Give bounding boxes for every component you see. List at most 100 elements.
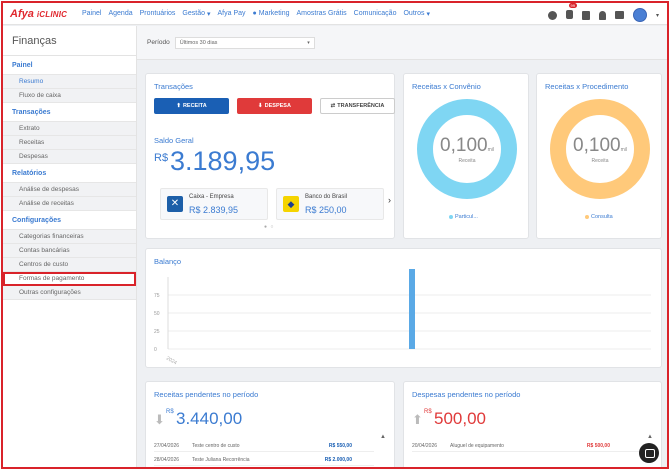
nav-item-label: Gestão (182, 10, 205, 17)
nav-item-label: Amostras Grátis (296, 10, 347, 17)
rocket-icon[interactable]: 99 (565, 3, 577, 24)
balance-chart-title: Balanço (154, 257, 182, 266)
income-button[interactable]: ⬆ RECEITA (154, 98, 229, 114)
sidebar-item[interactable]: Análise de despesas (3, 183, 136, 197)
nav-item[interactable]: Outros ▾ (403, 10, 430, 18)
y-tick-label: 50 (154, 311, 160, 317)
nav-item-label: Painel (82, 10, 102, 17)
sidebar-item[interactable]: Receitas (3, 136, 136, 150)
balance-value: 3.189,95 (170, 146, 276, 176)
pending-expenses-currency: R$ (424, 409, 432, 415)
user-avatar[interactable] (632, 8, 647, 22)
sidebar-item[interactable]: Categorias financeiras (3, 230, 136, 244)
pending-income-value: 3.440,00 (176, 409, 243, 428)
cell-date: 27/04/2026 (154, 442, 180, 449)
table-row[interactable]: 27/04/2026 Teste centro de custo R$ 550,00 (154, 440, 374, 452)
account-value: R$ 2.839,95 (189, 205, 239, 215)
sidebar-item[interactable]: Extrato (3, 122, 136, 136)
chat-button[interactable] (639, 443, 659, 463)
table-row[interactable]: 28/04/2026 Teste Juliana Recorrência R$ 2.… (154, 454, 374, 466)
pending-expenses-title: Despesas pendentes no período (412, 390, 521, 399)
transactions-card: Transações ⬆ RECEITA ⬇ DESPESA ⇄ TRANSFERÊN… (145, 73, 395, 239)
legend-item[interactable]: Particul... (449, 214, 478, 220)
gift-icon[interactable] (581, 10, 590, 20)
nav-item[interactable]: Painel (82, 10, 101, 17)
cell-desc: Teste Juliana Recorrência (192, 456, 250, 463)
account-name: Banco do Brasil (305, 194, 348, 200)
chart-bar[interactable] (409, 269, 415, 349)
chevron-down-icon[interactable]: ▾ (656, 12, 659, 19)
transfer-button[interactable]: ⇄ TRANSFERÊNCIA (320, 98, 395, 114)
expense-button[interactable]: ⬇ DESPESA (237, 98, 312, 114)
sidebar-section-title: Transações (3, 103, 136, 122)
nav-item-label: Agenda (108, 10, 133, 17)
sidebar-item[interactable]: Formas de pagamento (3, 272, 136, 286)
chevron-right-icon[interactable]: › (388, 195, 391, 205)
nav-item[interactable]: Prontuários (140, 10, 176, 17)
cell-desc: Aluguel de equipamento (450, 442, 504, 449)
logo[interactable]: Afya iCLINIC (10, 8, 82, 20)
app-window: Afya iCLINIC Painel Agenda Prontuários Gestã… (1, 1, 669, 469)
bank-icon: ◆ (283, 196, 299, 212)
y-tick-label: 75 (154, 293, 160, 299)
nav-item-label: Comunicação (353, 10, 397, 17)
legend-dot (585, 215, 589, 219)
income-by-insurance-title: Receitas x Convênio (412, 82, 481, 91)
balance-chart: 75 50 25 0 2024 (154, 269, 651, 367)
table-row[interactable]: 20/04/2026 Aluguel de equipamento R$ 500,0… (412, 440, 644, 452)
sidebar-section-title: Configurações (3, 211, 136, 230)
sidebar-item[interactable]: Fluxo de caixa (3, 89, 136, 103)
scroll-up-icon[interactable]: ▲ (380, 434, 386, 440)
chevron-down-icon: ▾ (426, 10, 431, 18)
nav-item[interactable]: Afya Pay (218, 10, 246, 17)
income-button-label: RECEITA (182, 103, 207, 109)
sidebar: Finanças Painel Resumo Fluxo de caixa Trans… (3, 26, 137, 467)
y-tick-label: 0 (154, 347, 157, 353)
scroll-up-icon[interactable]: ▲ (647, 434, 653, 440)
legend-dot (449, 215, 453, 219)
message-icon[interactable] (614, 11, 624, 19)
cell-date: 28/04/2026 (154, 456, 180, 463)
y-tick-label: 25 (154, 329, 160, 335)
transactions-title: Transações (154, 82, 193, 91)
main-content: Período Últimos 30 dias ▾ Transações ⬆ REC… (137, 26, 667, 467)
donut-sublabel: Receita (591, 158, 609, 164)
cell-date: 20/04/2026 (412, 442, 438, 449)
legend-label: Particul... (455, 214, 478, 220)
sidebar-item[interactable]: Centros de custo (3, 258, 136, 272)
sidebar-item[interactable]: Resumo (3, 75, 136, 89)
donut-value: 0,100 (573, 135, 621, 156)
cell-value: R$ 500,00 (586, 442, 610, 449)
period-label: Período (147, 39, 170, 46)
chevron-down-icon: ▾ (206, 10, 211, 18)
nav-item[interactable]: ● Marketing (253, 10, 290, 17)
plus-circle-icon[interactable] (547, 10, 557, 20)
cell-value: R$ 2.000,00 (324, 456, 352, 463)
sidebar-section-title: Painel (3, 56, 136, 75)
notification-badge: 99 (568, 3, 577, 8)
x-tick-label: 2024 (165, 356, 178, 367)
chevron-down-icon: ▾ (307, 39, 310, 46)
account-card[interactable]: ✕ Caixa - Empresa R$ 2.839,95 (160, 188, 268, 220)
nav-item[interactable]: Agenda (108, 10, 132, 17)
pending-income-currency: R$ (166, 409, 174, 415)
bell-icon[interactable] (598, 10, 606, 20)
sidebar-item[interactable]: Outras configurações (3, 286, 136, 300)
arrow-down-icon: ⬇ (258, 103, 263, 109)
sidebar-item[interactable]: Despesas (3, 150, 136, 164)
nav-item[interactable]: Comunicação (354, 10, 397, 17)
legend-item[interactable]: Consulta (585, 214, 613, 220)
legend-label: Consulta (591, 214, 613, 220)
carousel-dots[interactable]: ● ○ (264, 224, 274, 230)
sidebar-item[interactable]: Análise de receitas (3, 197, 136, 211)
nav-item[interactable]: Amostras Grátis (296, 10, 346, 17)
donut-unit: mil (620, 147, 627, 153)
nav-item[interactable]: Gestão ▾ (182, 10, 210, 18)
top-navigation-bar: Afya iCLINIC Painel Agenda Prontuários Gestã… (3, 3, 667, 25)
expense-button-label: DESPESA (264, 103, 291, 109)
sidebar-item[interactable]: Contas bancárias (3, 244, 136, 258)
balance-card: Balanço 75 50 25 0 2024 (145, 248, 662, 368)
income-by-procedure-card: Receitas x Procedimento 0,100mil Receita… (536, 73, 662, 239)
account-card[interactable]: ◆ Banco do Brasil R$ 250,00 (276, 188, 384, 220)
period-select[interactable]: Últimos 30 dias ▾ (174, 36, 315, 49)
